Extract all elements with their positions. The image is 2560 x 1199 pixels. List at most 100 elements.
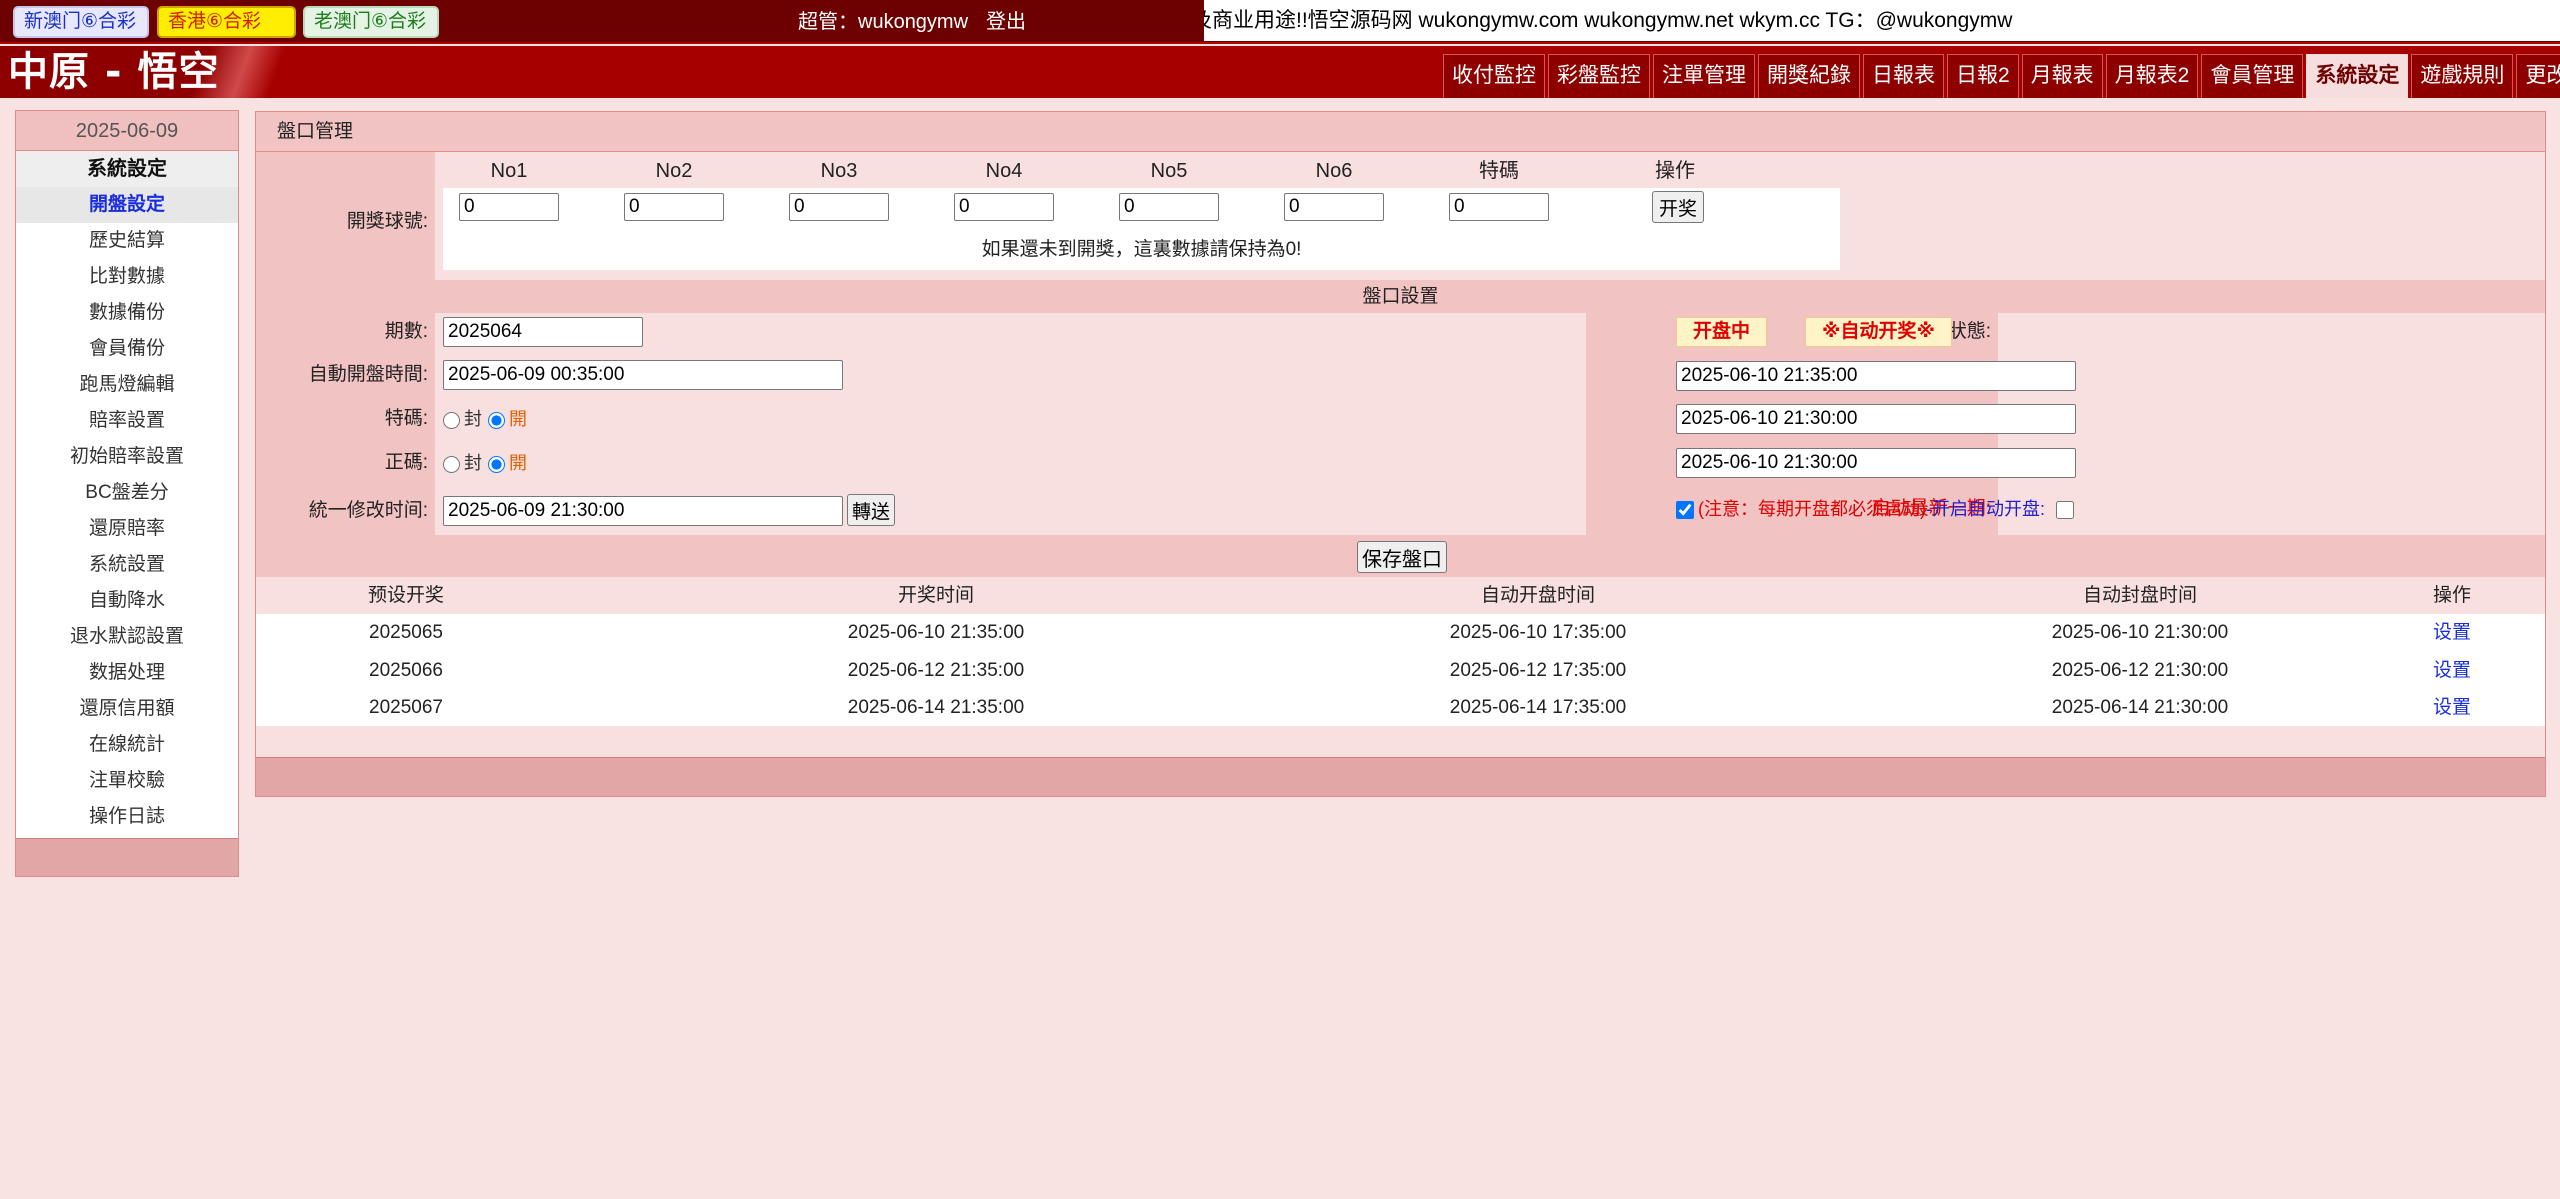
draw-header-no2: No2 <box>655 160 693 182</box>
auto-draw-badge: ※自动开奖※ <box>1805 317 1952 347</box>
settings-right-value-col <box>1998 313 2545 535</box>
sidebar-item-5[interactable]: 跑馬燈編輯 <box>16 367 238 403</box>
sidebar-item-0[interactable]: 開盤設定 <box>16 187 238 223</box>
normal-open-radio[interactable] <box>488 455 505 473</box>
nav-tab-5[interactable]: 日報2 <box>1947 54 2019 98</box>
sidebar-item-14[interactable]: 還原信用額 <box>16 691 238 727</box>
nav-tab-10[interactable]: 遊戲規則 <box>2411 54 2514 98</box>
admin-area: 超管：wukongymw 登出 <box>798 0 1026 44</box>
sidebar-item-3[interactable]: 數據備份 <box>16 295 238 331</box>
schedule-header-preset: 预设开奖 <box>367 585 444 606</box>
nav-tab-11[interactable]: 更改密碼 <box>2516 54 2560 98</box>
schedule-cell: 2025-06-14 17:35:00 <box>1449 697 1627 718</box>
nav-tab-9[interactable]: 系統設定 <box>2306 54 2409 98</box>
logout-link[interactable]: 登出 <box>986 11 1026 33</box>
nav-tab-0[interactable]: 收付監控 <box>1443 54 1545 98</box>
sidebar-item-9[interactable]: 還原賠率 <box>16 511 238 547</box>
schedule-table: 预设开奖 开奖时间 自动开盘时间 自动封盘时间 操作 2025065 2025-0… <box>256 577 2545 751</box>
schedule-set-link[interactable]: 设置 <box>2412 652 2492 689</box>
sidebar-footer <box>16 838 238 876</box>
sidebar-item-13[interactable]: 数据处理 <box>16 655 238 691</box>
special-close-time-input[interactable] <box>1676 404 2076 434</box>
marquee-text: 法及商业用途!!悟空源码网 wukongymw.com wukongymw.ne… <box>1204 9 2013 32</box>
nav-tab-8[interactable]: 會員管理 <box>2201 54 2304 98</box>
sidebar-item-2[interactable]: 比對數據 <box>16 259 238 295</box>
table-row: 2025065 2025-06-10 21:35:00 2025-06-10 17:… <box>256 614 2545 652</box>
schedule-header-auto-open: 自动开盘时间 <box>1480 585 1595 606</box>
sidebar-item-17[interactable]: 操作日誌 <box>16 799 238 835</box>
lottery-tab-hongkong[interactable]: 香港⑥合彩 <box>157 6 296 38</box>
save-bar: 保存盤口 <box>256 535 2545 577</box>
draw-header-no3: No3 <box>820 160 858 182</box>
restart-period-checkbox[interactable] <box>1676 501 1694 520</box>
draw-area: 開獎球號: No1 No2 No3 No4 No5 No6 特碼 操作 开奖 如… <box>256 152 2545 280</box>
nav-tab-2[interactable]: 注單管理 <box>1653 54 1755 98</box>
auto-open-checkbox[interactable] <box>2056 501 2075 520</box>
auto-open-toggle-label: -开启自动开盘: <box>1926 499 2045 519</box>
normal-closed-radio[interactable] <box>443 455 460 473</box>
schedule-cell: 2025-06-10 21:35:00 <box>847 622 1025 643</box>
special-closed-radio[interactable] <box>443 411 460 429</box>
draw-header-no6: No6 <box>1315 160 1353 182</box>
draw-header-no5: No5 <box>1150 160 1188 182</box>
draw-button[interactable]: 开奖 <box>1652 191 1705 223</box>
draw-box: 开奖 如果還未到開獎，這裏數據請保持為0! <box>443 188 1840 270</box>
ball-input-no6[interactable] <box>1284 193 1384 221</box>
draw-header-special: 特碼 <box>1479 160 1519 182</box>
sidebar-item-11[interactable]: 自動降水 <box>16 583 238 619</box>
ball-input-no1[interactable] <box>459 193 559 221</box>
schedule-header-auto-close: 自动封盘时间 <box>2082 585 2197 606</box>
schedule-cell: 2025-06-14 21:30:00 <box>2051 697 2229 718</box>
marquee: 法及商业用途!!悟空源码网 wukongymw.com wukongymw.ne… <box>1204 0 2560 41</box>
sidebar-header: 系統設定 <box>16 151 238 187</box>
save-button[interactable]: 保存盤口 <box>1357 541 1447 573</box>
draw-time-input[interactable] <box>1676 361 2076 391</box>
sidebar-item-1[interactable]: 歷史結算 <box>16 223 238 259</box>
auto-open-time-input[interactable] <box>443 360 843 390</box>
normal-open-label: 開 <box>509 453 527 473</box>
lottery-tab-old-macau[interactable]: 老澳门⑥合彩 <box>303 6 439 38</box>
top-bar: 新澳门⑥合彩 香港⑥合彩 老澳门⑥合彩 超管：wukongymw 登出 法及商业用… <box>0 0 2560 44</box>
schedule-header-action: 操作 <box>2432 585 2471 606</box>
nav-tab-4[interactable]: 日報表 <box>1863 54 1944 98</box>
sidebar-item-6[interactable]: 賠率設置 <box>16 403 238 439</box>
restart-row: (注意：每期开盘都必须启动)-开启自动开盘: <box>1676 494 2078 524</box>
schedule-set-link[interactable]: 设置 <box>2412 689 2492 726</box>
sidebar-item-4[interactable]: 會員備份 <box>16 331 238 367</box>
unify-time-label: 統一修改时间: <box>308 500 428 521</box>
sidebar-item-7[interactable]: 初始賠率設置 <box>16 439 238 475</box>
panel-title: 盤口管理 <box>256 112 2545 152</box>
sidebar: 2025-06-09 系統設定 開盤設定 歷史結算 比對數據 數據備份 會員備份 跑馬燈編… <box>15 110 239 877</box>
convert-button[interactable]: 轉送 <box>847 494 896 526</box>
ball-input-special[interactable] <box>1449 193 1549 221</box>
schedule-cell: 2025-06-12 21:35:00 <box>847 660 1025 681</box>
lottery-tab-new-macau[interactable]: 新澳门⑥合彩 <box>13 6 149 38</box>
sidebar-item-15[interactable]: 在線統計 <box>16 727 238 763</box>
normal-status-radios: 封開 <box>443 448 527 478</box>
panel-footer <box>256 757 2545 796</box>
period-input[interactable] <box>443 317 643 347</box>
schedule-set-link[interactable]: 设置 <box>2412 614 2492 652</box>
normal-close-time-input[interactable] <box>1676 448 2076 478</box>
draw-note: 如果還未到開獎，這裏數據請保持為0! <box>981 239 1302 260</box>
schedule-gap <box>256 726 2545 751</box>
draw-header-action: 操作 <box>1655 160 1695 182</box>
special-open-radio[interactable] <box>488 411 505 429</box>
draw-inner: No1 No2 No3 No4 No5 No6 特碼 操作 开奖 如果還未到開獎… <box>443 154 1840 270</box>
sidebar-item-16[interactable]: 注單校驗 <box>16 763 238 799</box>
nav-tab-6[interactable]: 月報表 <box>2021 54 2103 98</box>
normal-closed-label: 封 <box>464 453 482 473</box>
site-title: 中原 - 悟空 <box>8 49 220 95</box>
ball-input-no2[interactable] <box>624 193 724 221</box>
ball-input-no4[interactable] <box>954 193 1054 221</box>
draw-label-cell: 開獎球號: <box>256 152 435 280</box>
nav-tab-7[interactable]: 月報表2 <box>2105 54 2199 98</box>
ball-input-no3[interactable] <box>789 193 889 221</box>
sidebar-item-12[interactable]: 退水默認設置 <box>16 619 238 655</box>
sidebar-item-8[interactable]: BC盤差分 <box>16 475 238 511</box>
nav-tab-1[interactable]: 彩盤監控 <box>1548 54 1650 98</box>
ball-input-no5[interactable] <box>1119 193 1219 221</box>
sidebar-item-10[interactable]: 系統設置 <box>16 547 238 583</box>
unify-time-input[interactable] <box>443 496 843 526</box>
nav-tab-3[interactable]: 開獎紀錄 <box>1758 54 1860 98</box>
